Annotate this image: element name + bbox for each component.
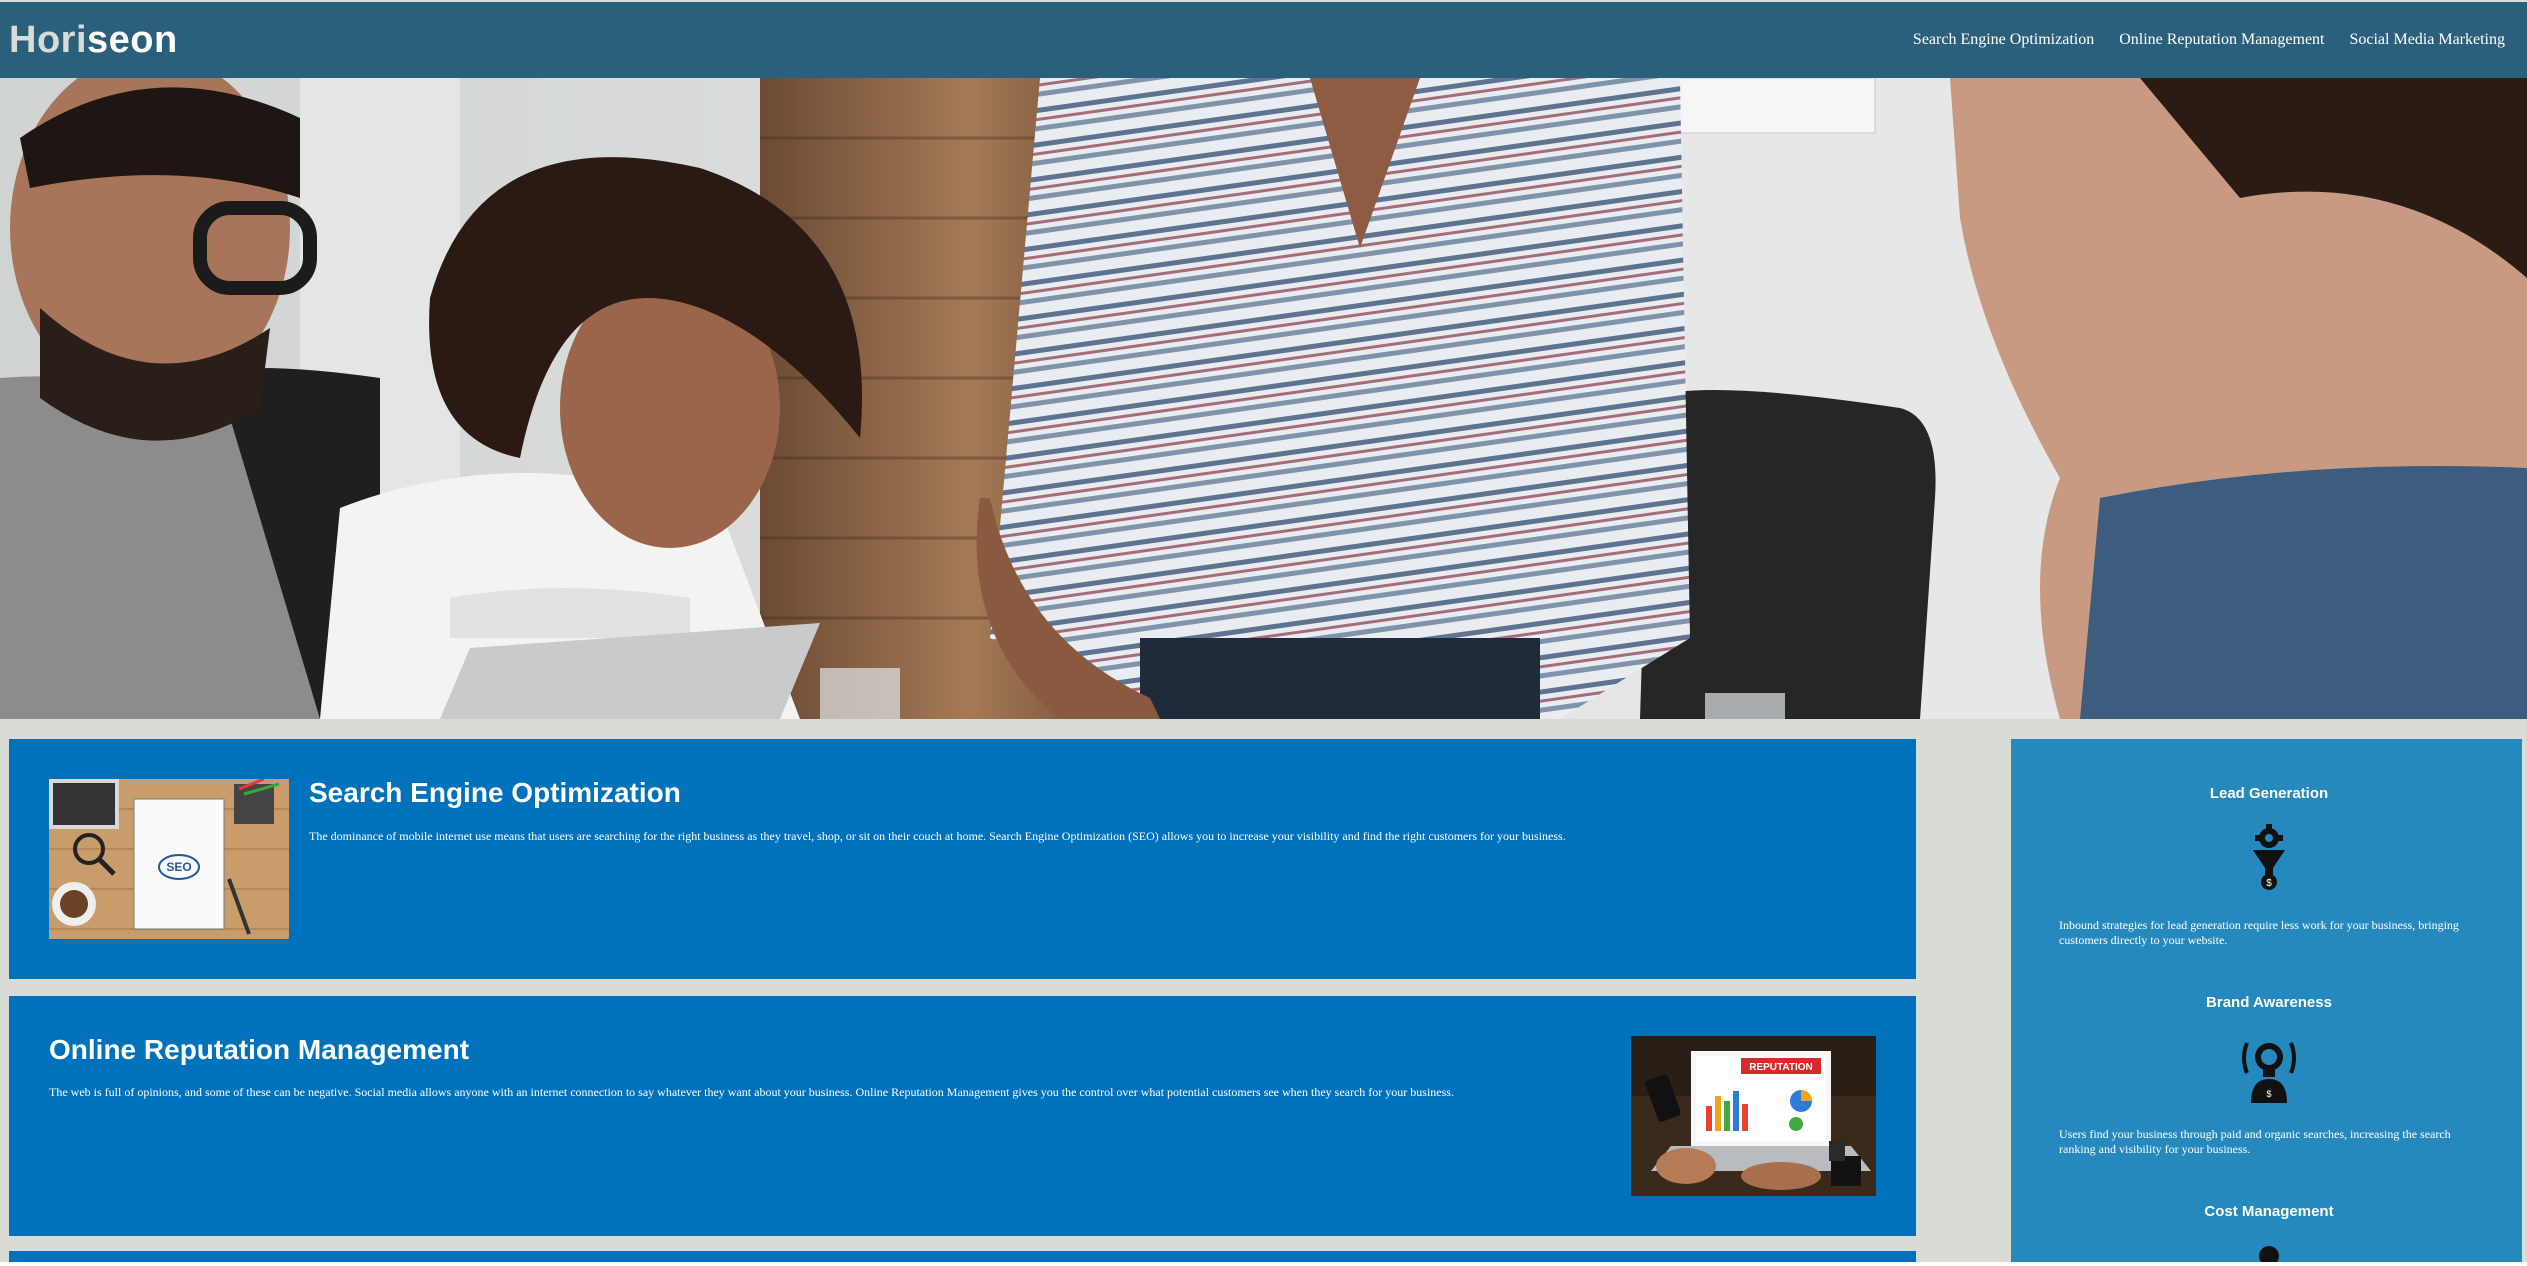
site-header: Horiseon Search Engine Optimization Onli… (0, 2, 2527, 78)
logo-primary: Hori (9, 18, 87, 61)
nav-link-social-media[interactable]: Social Media Marketing (2349, 31, 2505, 49)
seo-text: The dominance of mobile internet use mea… (309, 829, 1566, 843)
lightbulb-person-icon: $ (2242, 1042, 2296, 1103)
reputation-banner-text: REPUTATION (1749, 1062, 1813, 1073)
reputation-image: REPUTATION (1631, 1036, 1876, 1196)
seo-section: SEO Search Engine Optimization The domin… (9, 739, 1916, 979)
reputation-title: Online Reputation Management (49, 1034, 470, 1065)
benefit-brand-awareness: Brand Awareness $ Users find your busine… (2059, 994, 2479, 1157)
hero-image (0, 78, 2527, 719)
benefit-text-brand-awareness: Users find your business through paid an… (2059, 1127, 2451, 1156)
benefit-lead-generation: Lead Generation $ Inbound strategies for… (2059, 785, 2479, 948)
benefit-title-brand-awareness: Brand Awareness (2206, 994, 2332, 1011)
reputation-text: The web is full of opinions, and some of… (49, 1085, 1454, 1099)
main-nav: Search Engine Optimization Online Reputa… (1913, 31, 2505, 49)
hero-photo-illustration (0, 78, 2527, 719)
reputation-section: Online Reputation Management The web is … (9, 996, 1916, 1236)
benefit-cost-management: Cost Management (2059, 1203, 2479, 1266)
site-logo[interactable]: Horiseon (9, 19, 178, 62)
seo-image: SEO (49, 779, 289, 939)
nav-link-seo[interactable]: Search Engine Optimization (1913, 31, 2094, 49)
logo-accent: seon (87, 18, 178, 61)
funnel-gear-icon: $ (2253, 824, 2285, 890)
seo-title: Search Engine Optimization (309, 777, 681, 808)
benefit-text-lead-generation: Inbound strategies for lead generation r… (2059, 918, 2459, 947)
page-bottom-edge (0, 1262, 2527, 1266)
benefit-title-cost-management: Cost Management (2204, 1203, 2334, 1220)
nav-link-reputation[interactable]: Online Reputation Management (2119, 31, 2324, 49)
svg-text:$: $ (2266, 1089, 2271, 1099)
svg-text:SEO: SEO (166, 860, 191, 874)
svg-text:$: $ (2266, 878, 2272, 889)
benefit-title-lead-generation: Lead Generation (2209, 785, 2329, 802)
seo-notebook-illustration: SEO (49, 779, 289, 939)
benefits-panel: Lead Generation $ Inbound strategies for… (2011, 739, 2522, 1266)
laptop-reputation-illustration: REPUTATION (1631, 1036, 1876, 1196)
